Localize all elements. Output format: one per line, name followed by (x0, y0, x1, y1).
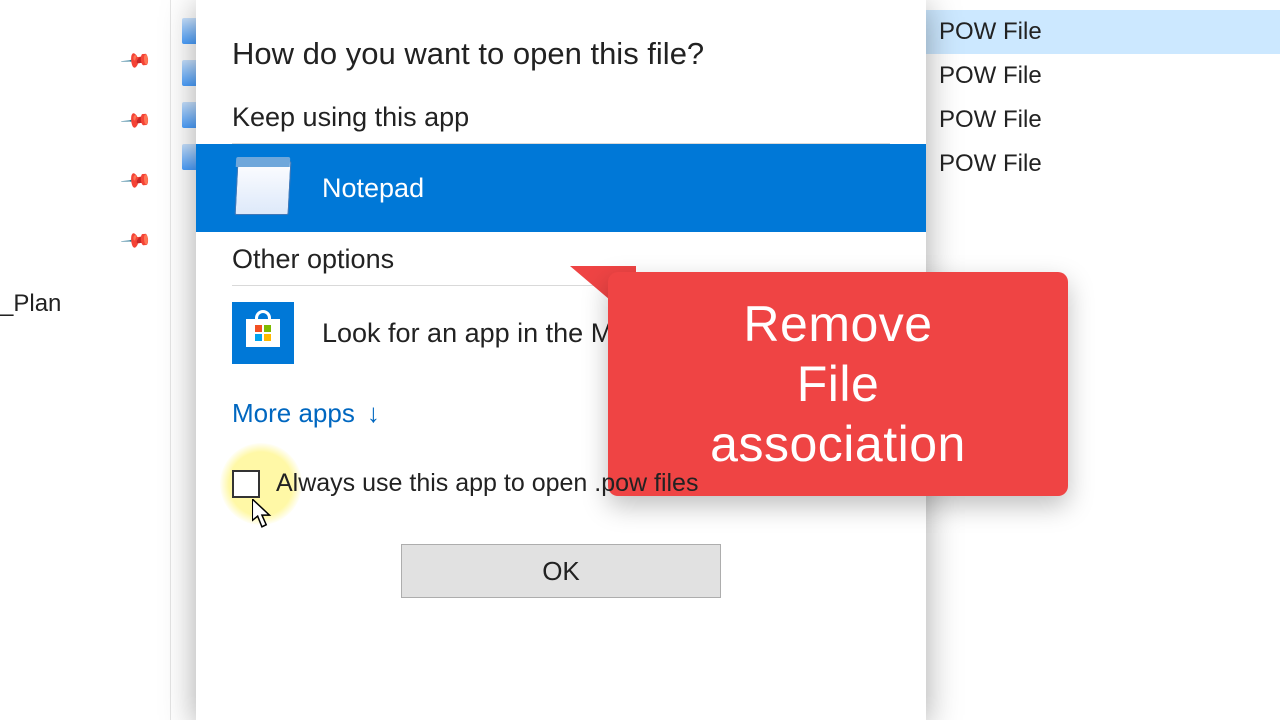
chevron-down-icon: ↓ (367, 398, 380, 429)
file-type-row[interactable]: POW File (925, 98, 1280, 142)
explorer-sidebar: 📌 📌 📌 📌 _Plan (0, 0, 170, 720)
file-type-row[interactable]: POW File (925, 54, 1280, 98)
more-apps-label: More apps (232, 398, 355, 429)
app-option-notepad[interactable]: Notepad (196, 144, 926, 232)
cursor-icon (252, 499, 274, 529)
sidebar-divider (170, 0, 171, 720)
sidebar-item-fragment[interactable]: _Plan (0, 290, 61, 318)
callout-line1: Remove (743, 294, 932, 354)
callout-line3: association (710, 414, 966, 474)
annotation-callout: Remove File association (608, 272, 1068, 496)
store-icon (232, 302, 294, 364)
always-use-label: Always use this app to open .pow files (276, 469, 698, 498)
pin-icon: 📌 (119, 223, 154, 258)
notepad-icon (232, 157, 294, 219)
app-option-label: Notepad (322, 173, 424, 204)
pin-icon: 📌 (119, 43, 154, 78)
always-use-checkbox[interactable] (232, 470, 260, 498)
ok-button[interactable]: OK (401, 544, 721, 598)
dialog-title: How do you want to open this file? (196, 0, 926, 90)
keep-using-label: Keep using this app (196, 90, 926, 143)
callout-line2: File (797, 354, 880, 414)
file-type-row[interactable]: POW File (925, 10, 1280, 54)
pin-icon: 📌 (119, 103, 154, 138)
pin-icon: 📌 (119, 163, 154, 198)
file-type-row[interactable]: POW File (925, 142, 1280, 186)
